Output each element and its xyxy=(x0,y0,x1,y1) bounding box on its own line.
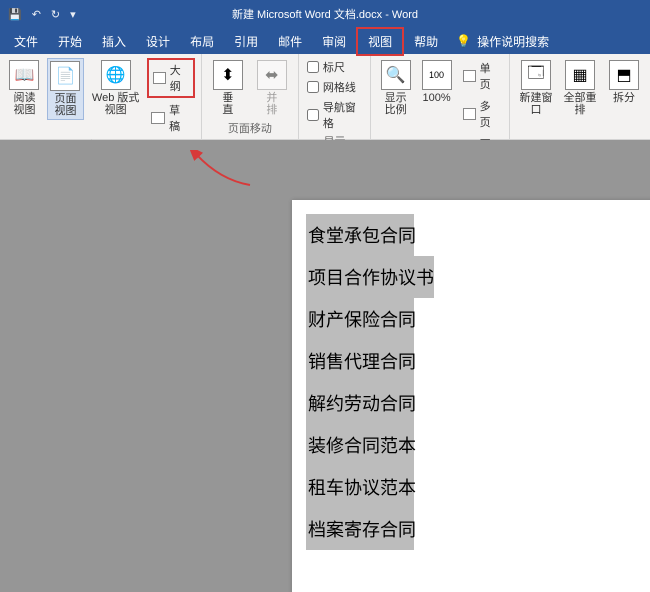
ruler-check-input[interactable] xyxy=(307,61,319,73)
tab-view[interactable]: 视图 xyxy=(356,27,404,56)
tab-layout[interactable]: 布局 xyxy=(180,29,224,54)
split-button[interactable]: ⬒ 拆分 xyxy=(604,58,644,106)
onepage-label: 单页 xyxy=(480,60,499,92)
ruler-check-label: 标尺 xyxy=(323,59,345,75)
undo-icon[interactable]: ↶ xyxy=(32,8,41,21)
vertical-button[interactable]: ⬍ 垂 直 xyxy=(208,58,248,118)
doc-line[interactable]: 销售代理合同 xyxy=(306,340,414,382)
read-mode-icon: 📖 xyxy=(9,60,39,90)
arrange-all-label: 全部重排 xyxy=(562,92,598,116)
draft-icon xyxy=(151,112,165,124)
new-window-icon: 🗔 xyxy=(521,60,551,90)
split-icon: ⬒ xyxy=(609,60,639,90)
quick-access-toolbar: 💾 ↶ ↻ ▾ xyxy=(0,8,84,21)
web-layout-icon: 🌐 xyxy=(101,60,131,90)
navpane-check-input[interactable] xyxy=(307,109,319,121)
zoom100-icon: 100 xyxy=(422,60,452,90)
save-icon[interactable]: 💾 xyxy=(8,8,22,21)
draft-button[interactable]: 草稿 xyxy=(147,100,195,136)
tab-home[interactable]: 开始 xyxy=(48,29,92,54)
read-mode-label: 阅读 视图 xyxy=(13,92,35,116)
vertical-icon: ⬍ xyxy=(213,60,243,90)
side-icon: ⬌ xyxy=(257,60,287,90)
group-pagemove-label: 页面移动 xyxy=(208,119,292,137)
outline-label: 大纲 xyxy=(170,62,189,94)
print-layout-button[interactable]: 📄 页面视图 xyxy=(47,58,84,120)
document-area[interactable]: 食堂承包合同 项目合作协议书 财产保险合同 销售代理合同 解约劳动合同 装修合同… xyxy=(0,140,650,592)
tab-insert[interactable]: 插入 xyxy=(92,29,136,54)
new-window-button[interactable]: 🗔 新建窗口 xyxy=(516,58,556,118)
side-label: 并 排 xyxy=(266,92,277,116)
doc-line[interactable]: 装修合同范本 xyxy=(306,424,414,466)
side-button[interactable]: ⬌ 并 排 xyxy=(252,58,292,118)
window-title: 新建 Microsoft Word 文档.docx - Word xyxy=(232,6,418,22)
arrange-all-button[interactable]: ▦ 全部重排 xyxy=(560,58,600,118)
qat-dropdown-icon[interactable]: ▾ xyxy=(70,8,76,21)
multipage-icon xyxy=(463,108,476,120)
doc-line[interactable]: 食堂承包合同 xyxy=(306,214,414,256)
print-layout-icon: 📄 xyxy=(50,61,80,91)
read-mode-button[interactable]: 📖 阅读 视图 xyxy=(6,58,43,118)
ruler-checkbox[interactable]: 标尺 xyxy=(305,58,364,76)
gridlines-check-input[interactable] xyxy=(307,81,319,93)
doc-line[interactable]: 租车协议范本 xyxy=(306,466,414,508)
outline-icon xyxy=(153,72,165,84)
outline-button[interactable]: 大纲 xyxy=(147,58,195,98)
group-pagemove: ⬍ 垂 直 ⬌ 并 排 页面移动 xyxy=(202,54,299,139)
group-window-label xyxy=(516,135,644,137)
ribbon-tabs: 文件 开始 插入 设计 布局 引用 邮件 审阅 视图 帮助 💡 操作说明搜索 xyxy=(0,28,650,54)
doc-line[interactable]: 解约劳动合同 xyxy=(306,382,414,424)
gridlines-check-label: 网格线 xyxy=(323,79,356,95)
tab-file[interactable]: 文件 xyxy=(4,29,48,54)
split-label: 拆分 xyxy=(613,92,635,104)
web-layout-label: Web 版式视图 xyxy=(90,92,141,116)
navpane-checkbox[interactable]: 导航窗格 xyxy=(305,98,364,132)
arrange-all-icon: ▦ xyxy=(565,60,595,90)
tab-mailings[interactable]: 邮件 xyxy=(268,29,312,54)
group-window: 🗔 新建窗口 ▦ 全部重排 ⬒ 拆分 xyxy=(510,54,650,139)
arrow-annotation xyxy=(190,150,260,190)
multipage-button[interactable]: 多页 xyxy=(459,96,503,132)
group-zoom: 🔍 显示比例 100 100% 单页 多页 页宽 xyxy=(371,54,510,139)
onepage-icon xyxy=(463,70,476,82)
selection-block[interactable]: 食堂承包合同 项目合作协议书 财产保险合同 销售代理合同 解约劳动合同 装修合同… xyxy=(306,214,414,550)
bulb-icon: 💡 xyxy=(456,34,471,48)
gridlines-checkbox[interactable]: 网格线 xyxy=(305,78,364,96)
tab-help[interactable]: 帮助 xyxy=(404,29,448,54)
zoom100-button[interactable]: 100 100% xyxy=(418,58,455,106)
doc-line[interactable]: 项目合作协议书 xyxy=(306,256,434,298)
group-show: 标尺 网格线 导航窗格 显示 xyxy=(299,54,371,139)
multipage-label: 多页 xyxy=(480,98,499,130)
tell-me[interactable]: 💡 操作说明搜索 xyxy=(456,33,549,50)
zoom100-label: 100% xyxy=(422,92,450,104)
group-views: 📖 阅读 视图 📄 页面视图 🌐 Web 版式视图 大纲 草稿 xyxy=(0,54,202,139)
doc-line[interactable]: 财产保险合同 xyxy=(306,298,414,340)
vertical-label: 垂 直 xyxy=(222,92,233,116)
zoom-icon: 🔍 xyxy=(381,60,411,90)
web-layout-button[interactable]: 🌐 Web 版式视图 xyxy=(88,58,143,118)
redo-icon[interactable]: ↻ xyxy=(51,8,60,21)
onepage-button[interactable]: 单页 xyxy=(459,58,503,94)
new-window-label: 新建窗口 xyxy=(518,92,554,116)
draft-label: 草稿 xyxy=(169,102,191,134)
title-bar: 💾 ↶ ↻ ▾ 新建 Microsoft Word 文档.docx - Word xyxy=(0,0,650,28)
zoom-label: 显示比例 xyxy=(379,92,412,116)
zoom-button[interactable]: 🔍 显示比例 xyxy=(377,58,414,118)
doc-line[interactable]: 档案寄存合同 xyxy=(306,508,414,550)
ribbon: 📖 阅读 视图 📄 页面视图 🌐 Web 版式视图 大纲 草稿 xyxy=(0,54,650,140)
tell-me-label: 操作说明搜索 xyxy=(477,33,549,50)
navpane-check-label: 导航窗格 xyxy=(323,99,362,131)
print-layout-label: 页面视图 xyxy=(50,93,81,117)
tab-design[interactable]: 设计 xyxy=(136,29,180,54)
tab-review[interactable]: 审阅 xyxy=(312,29,356,54)
tab-references[interactable]: 引用 xyxy=(224,29,268,54)
